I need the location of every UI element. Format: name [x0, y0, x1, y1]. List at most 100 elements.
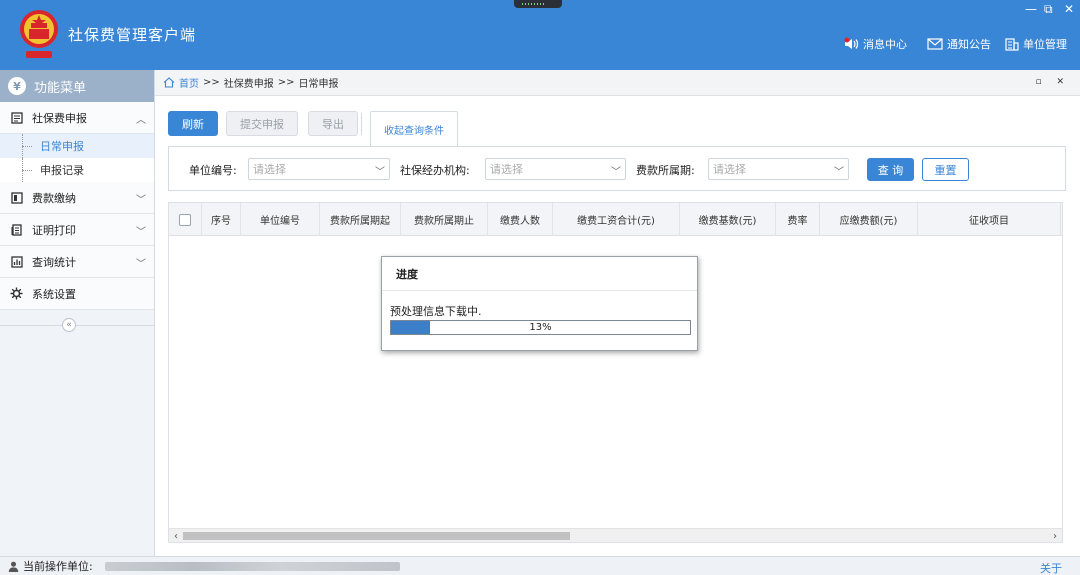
- sidebar-item-label: 费款缴纳: [32, 191, 76, 205]
- data-table: 序号 单位编号 费款所属期起 费款所属期止 缴费人数 缴费工资合计(元) 缴费基…: [168, 202, 1063, 543]
- chevron-down-icon: ﹀: [136, 195, 146, 206]
- agency-placeholder: 请选择: [490, 163, 523, 176]
- redacted-unit-name: [105, 562, 400, 571]
- sidebar-item-label: 查询统计: [32, 255, 76, 269]
- restore-button[interactable]: ⧉: [1044, 2, 1053, 17]
- unit-code-label: 单位编号:: [189, 164, 237, 177]
- column-header[interactable]: 费款所属期止: [401, 203, 488, 236]
- sidebar: ¥ 功能菜单 社保费申报 ︿ 日常申报 申报记录 费款缴纳 ﹀ 证明打印 ﹀ 查…: [0, 70, 155, 556]
- sidebar-title-label: 功能菜单: [34, 80, 87, 96]
- column-header[interactable]: 缴费人数: [488, 203, 553, 236]
- sidebar-item-label: 社保费申报: [32, 111, 87, 125]
- chevron-down-icon: ﹀: [136, 259, 146, 270]
- breadcrumb-level1[interactable]: 社保费申报: [224, 75, 274, 90]
- breadcrumb-separator: >>: [203, 77, 220, 88]
- app-title: 社保费管理客户端: [68, 26, 197, 44]
- period-placeholder: 请选择: [713, 163, 746, 176]
- horizontal-scrollbar[interactable]: ‹ ›: [169, 528, 1062, 542]
- status-bar: 当前操作单位: 关于: [0, 556, 1080, 575]
- sidebar-title: ¥ 功能菜单: [0, 70, 154, 102]
- breadcrumb-home[interactable]: 首页: [179, 75, 199, 90]
- period-select[interactable]: 请选择 ﹀: [708, 158, 849, 180]
- progress-bar: 13%: [390, 320, 691, 335]
- chart-icon: [10, 255, 23, 268]
- scrollbar-thumb[interactable]: [183, 532, 570, 540]
- tax-emblem-icon: [20, 10, 58, 58]
- period-label: 费款所属期:: [636, 164, 695, 177]
- unit-management-link[interactable]: 单位管理: [1005, 36, 1067, 52]
- sidebar-divider: [0, 325, 155, 326]
- user-icon: [8, 561, 19, 572]
- refresh-button[interactable]: 刷新: [168, 111, 218, 136]
- dialog-message: 预处理信息下载中.: [390, 305, 482, 318]
- column-header[interactable]: 缴费基数(元): [680, 203, 776, 236]
- sidebar-collapse-button[interactable]: «: [62, 318, 76, 332]
- speaker-icon: [844, 37, 859, 49]
- close-button[interactable]: ✕: [1064, 2, 1074, 16]
- notice-label: 通知公告: [947, 38, 991, 51]
- progress-dialog: 进度 预处理信息下载中. 13%: [381, 256, 698, 351]
- clipboard-icon: [10, 111, 23, 124]
- app-header: 社保费管理客户端 — ⧉ ✕ 消息中心 通知公告 单位管理: [0, 0, 1080, 70]
- scroll-right-icon[interactable]: ›: [1048, 529, 1062, 542]
- network-indicator: [514, 0, 562, 8]
- column-header[interactable]: 序号: [202, 203, 241, 236]
- column-header[interactable]: 缴费工资合计(元): [553, 203, 680, 236]
- sidebar-item-payment[interactable]: 费款缴纳 ﹀: [0, 182, 154, 214]
- breadcrumb-level2: 日常申报: [298, 79, 339, 90]
- document-icon: [10, 223, 23, 236]
- toolbar-divider: [361, 113, 362, 135]
- column-header[interactable]: 征收项目: [918, 203, 1061, 236]
- sidebar-subitem-declaration-records[interactable]: 申报记录: [0, 158, 154, 182]
- chevron-down-icon: ﹀: [375, 167, 385, 178]
- select-all-checkbox[interactable]: [179, 213, 191, 226]
- sidebar-subitem-daily-declaration[interactable]: 日常申报: [0, 134, 154, 158]
- chevron-down-icon: ﹀: [136, 227, 146, 238]
- wallet-icon: [10, 191, 23, 204]
- message-center-label: 消息中心: [863, 38, 907, 51]
- gear-icon: [10, 287, 23, 300]
- search-button[interactable]: 查 询: [867, 158, 914, 181]
- about-link[interactable]: 关于: [1040, 560, 1062, 575]
- agency-select[interactable]: 请选择 ﹀: [485, 158, 626, 180]
- export-button[interactable]: 导出: [308, 111, 358, 136]
- unit-management-label: 单位管理: [1023, 38, 1067, 51]
- panel-controls[interactable]: ▫ ✕: [1035, 77, 1070, 87]
- column-header[interactable]: 应缴费额(元): [820, 203, 918, 236]
- sidebar-item-certificate-print[interactable]: 证明打印 ﹀: [0, 214, 154, 246]
- chevron-down-icon: ﹀: [611, 167, 621, 178]
- unit-code-placeholder: 请选择: [253, 163, 286, 176]
- sidebar-item-system-settings[interactable]: 系统设置: [0, 278, 154, 310]
- sidebar-item-label: 证明打印: [32, 223, 76, 237]
- message-center-link[interactable]: 消息中心: [843, 36, 907, 52]
- unit-code-select[interactable]: 请选择 ﹀: [248, 158, 390, 180]
- chevron-down-icon: ﹀: [834, 167, 844, 178]
- yen-icon: ¥: [8, 77, 26, 95]
- select-all-checkbox-cell: [169, 203, 202, 236]
- sidebar-item-query-statistics[interactable]: 查询统计 ﹀: [0, 246, 154, 278]
- table-header: 序号 单位编号 费款所属期起 费款所属期止 缴费人数 缴费工资合计(元) 缴费基…: [169, 203, 1062, 236]
- building-icon: [1005, 37, 1019, 51]
- agency-label: 社保经办机构:: [400, 164, 470, 177]
- column-header[interactable]: 费款所属期起: [320, 203, 401, 236]
- breadcrumb-separator: >>: [277, 77, 295, 88]
- home-icon[interactable]: [163, 77, 175, 88]
- scroll-left-icon[interactable]: ‹: [169, 529, 183, 542]
- progress-percent: 13%: [529, 322, 552, 333]
- chevron-up-icon: ︿: [136, 115, 146, 126]
- query-panel: 单位编号: 请选择 ﹀ 社保经办机构: 请选择 ﹀ 费款所属期: 请选择 ﹀ 查…: [168, 146, 1066, 191]
- column-header[interactable]: 单位编号: [241, 203, 320, 236]
- notice-link[interactable]: 通知公告: [927, 36, 991, 52]
- toolbar: 刷新 提交申报 导出: [168, 111, 358, 136]
- column-header[interactable]: 费率: [776, 203, 820, 236]
- current-unit-label: 当前操作单位:: [23, 560, 93, 573]
- sidebar-item-declaration[interactable]: 社保费申报 ︿: [0, 102, 154, 134]
- minimize-button[interactable]: —: [1025, 2, 1037, 16]
- toggle-query-tab[interactable]: 收起查询条件: [370, 111, 458, 146]
- dialog-title: 进度: [382, 257, 697, 291]
- breadcrumb: 首页 >> 社保费申报 >> 日常申报 ▫ ✕: [155, 70, 1080, 96]
- envelope-icon: [927, 38, 943, 50]
- sidebar-item-label: 系统设置: [32, 287, 76, 301]
- reset-button[interactable]: 重置: [922, 158, 969, 181]
- submit-declaration-button[interactable]: 提交申报: [226, 111, 298, 136]
